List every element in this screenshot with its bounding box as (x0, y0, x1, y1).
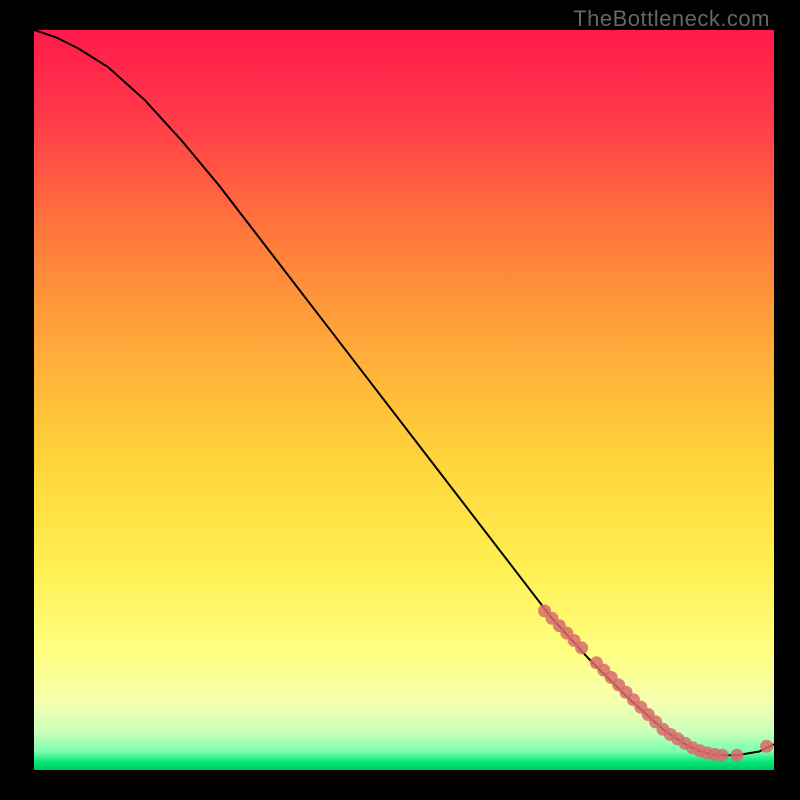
data-point (731, 749, 744, 762)
chart-svg (34, 30, 774, 770)
gradient-background (34, 30, 774, 770)
watermark-text: TheBottleneck.com (573, 6, 770, 32)
plot-area (34, 30, 774, 770)
data-point (760, 740, 773, 753)
chart-container: TheBottleneck.com (0, 0, 800, 800)
data-point (575, 641, 588, 654)
data-point (716, 749, 729, 762)
